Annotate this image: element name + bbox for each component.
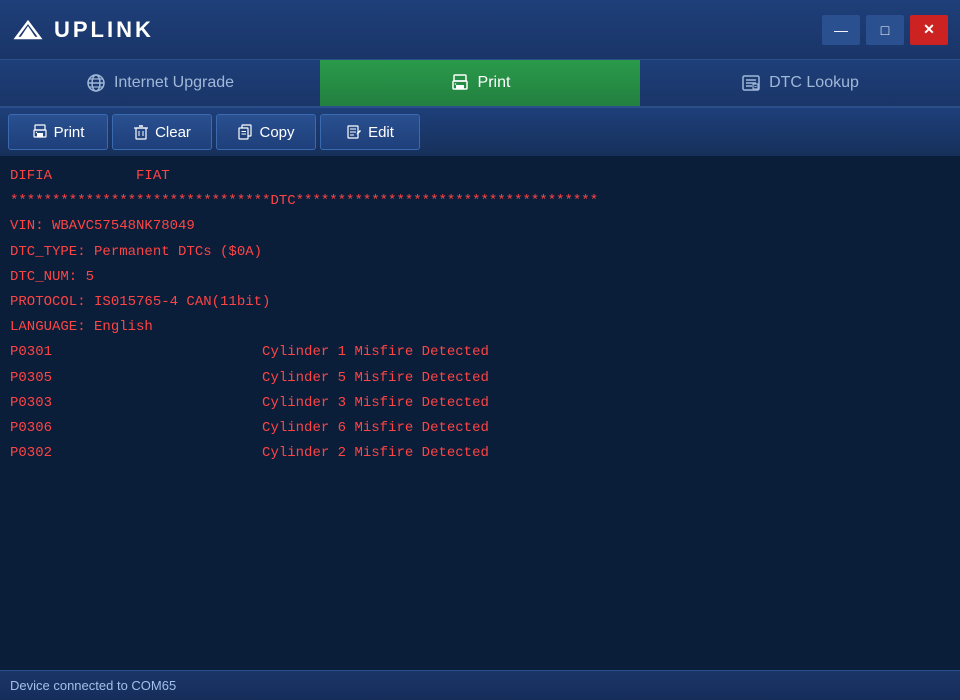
edit-btn-icon	[346, 124, 362, 140]
toolbar: Print Clear Copy Edit	[0, 108, 960, 156]
text-line: P0305 Cylinder 5 Misfire Detected	[10, 366, 950, 391]
tab-internet-upgrade-label: Internet Upgrade	[114, 74, 234, 92]
text-display[interactable]: DIFIA FIAT******************************…	[0, 156, 960, 670]
status-text: Device connected to COM65	[10, 678, 176, 693]
clear-button-label: Clear	[155, 124, 191, 141]
tab-print[interactable]: Print	[320, 60, 640, 106]
clear-btn-icon	[133, 124, 149, 140]
window-controls: — □ ✕	[822, 15, 948, 45]
print-btn-icon	[32, 124, 48, 140]
text-line: LANGUAGE: English	[10, 315, 950, 340]
text-line: PROTOCOL: IS015765-4 CAN(11bit)	[10, 290, 950, 315]
text-line: VIN: WBAVC57548NK78049	[10, 214, 950, 239]
print-icon	[450, 73, 470, 93]
tab-dtc-lookup-label: DTC Lookup	[769, 74, 859, 92]
text-line: DTC_TYPE: Permanent DTCs ($0A)	[10, 240, 950, 265]
content-area: DIFIA FIAT******************************…	[0, 156, 960, 670]
text-line: DIFIA FIAT	[10, 164, 950, 189]
text-line: P0301 Cylinder 1 Misfire Detected	[10, 340, 950, 365]
close-button[interactable]: ✕	[910, 15, 948, 45]
text-line: DTC_NUM: 5	[10, 265, 950, 290]
status-bar: Device connected to COM65	[0, 670, 960, 700]
logo-text: UPLINK	[54, 17, 154, 43]
print-button[interactable]: Print	[8, 114, 108, 150]
copy-button[interactable]: Copy	[216, 114, 316, 150]
tab-internet-upgrade[interactable]: Internet Upgrade	[0, 60, 320, 106]
text-line: P0303 Cylinder 3 Misfire Detected	[10, 391, 950, 416]
text-line: P0306 Cylinder 6 Misfire Detected	[10, 416, 950, 441]
text-line: P0302 Cylinder 2 Misfire Detected	[10, 441, 950, 466]
edit-button[interactable]: Edit	[320, 114, 420, 150]
minimize-button[interactable]: —	[822, 15, 860, 45]
title-bar: UPLINK — □ ✕	[0, 0, 960, 60]
text-line: *******************************DTC******…	[10, 189, 950, 214]
tab-print-label: Print	[478, 74, 511, 92]
copy-button-label: Copy	[259, 124, 294, 141]
clear-button[interactable]: Clear	[112, 114, 212, 150]
maximize-button[interactable]: □	[866, 15, 904, 45]
tab-dtc-lookup[interactable]: DTC Lookup	[640, 60, 960, 106]
print-button-label: Print	[54, 124, 85, 141]
logo-icon	[12, 14, 44, 46]
dtc-icon	[741, 73, 761, 93]
copy-btn-icon	[237, 124, 253, 140]
edit-button-label: Edit	[368, 124, 394, 141]
globe-icon	[86, 73, 106, 93]
nav-tabs: Internet Upgrade Print DTC Lookup	[0, 60, 960, 108]
logo: UPLINK	[12, 14, 154, 46]
